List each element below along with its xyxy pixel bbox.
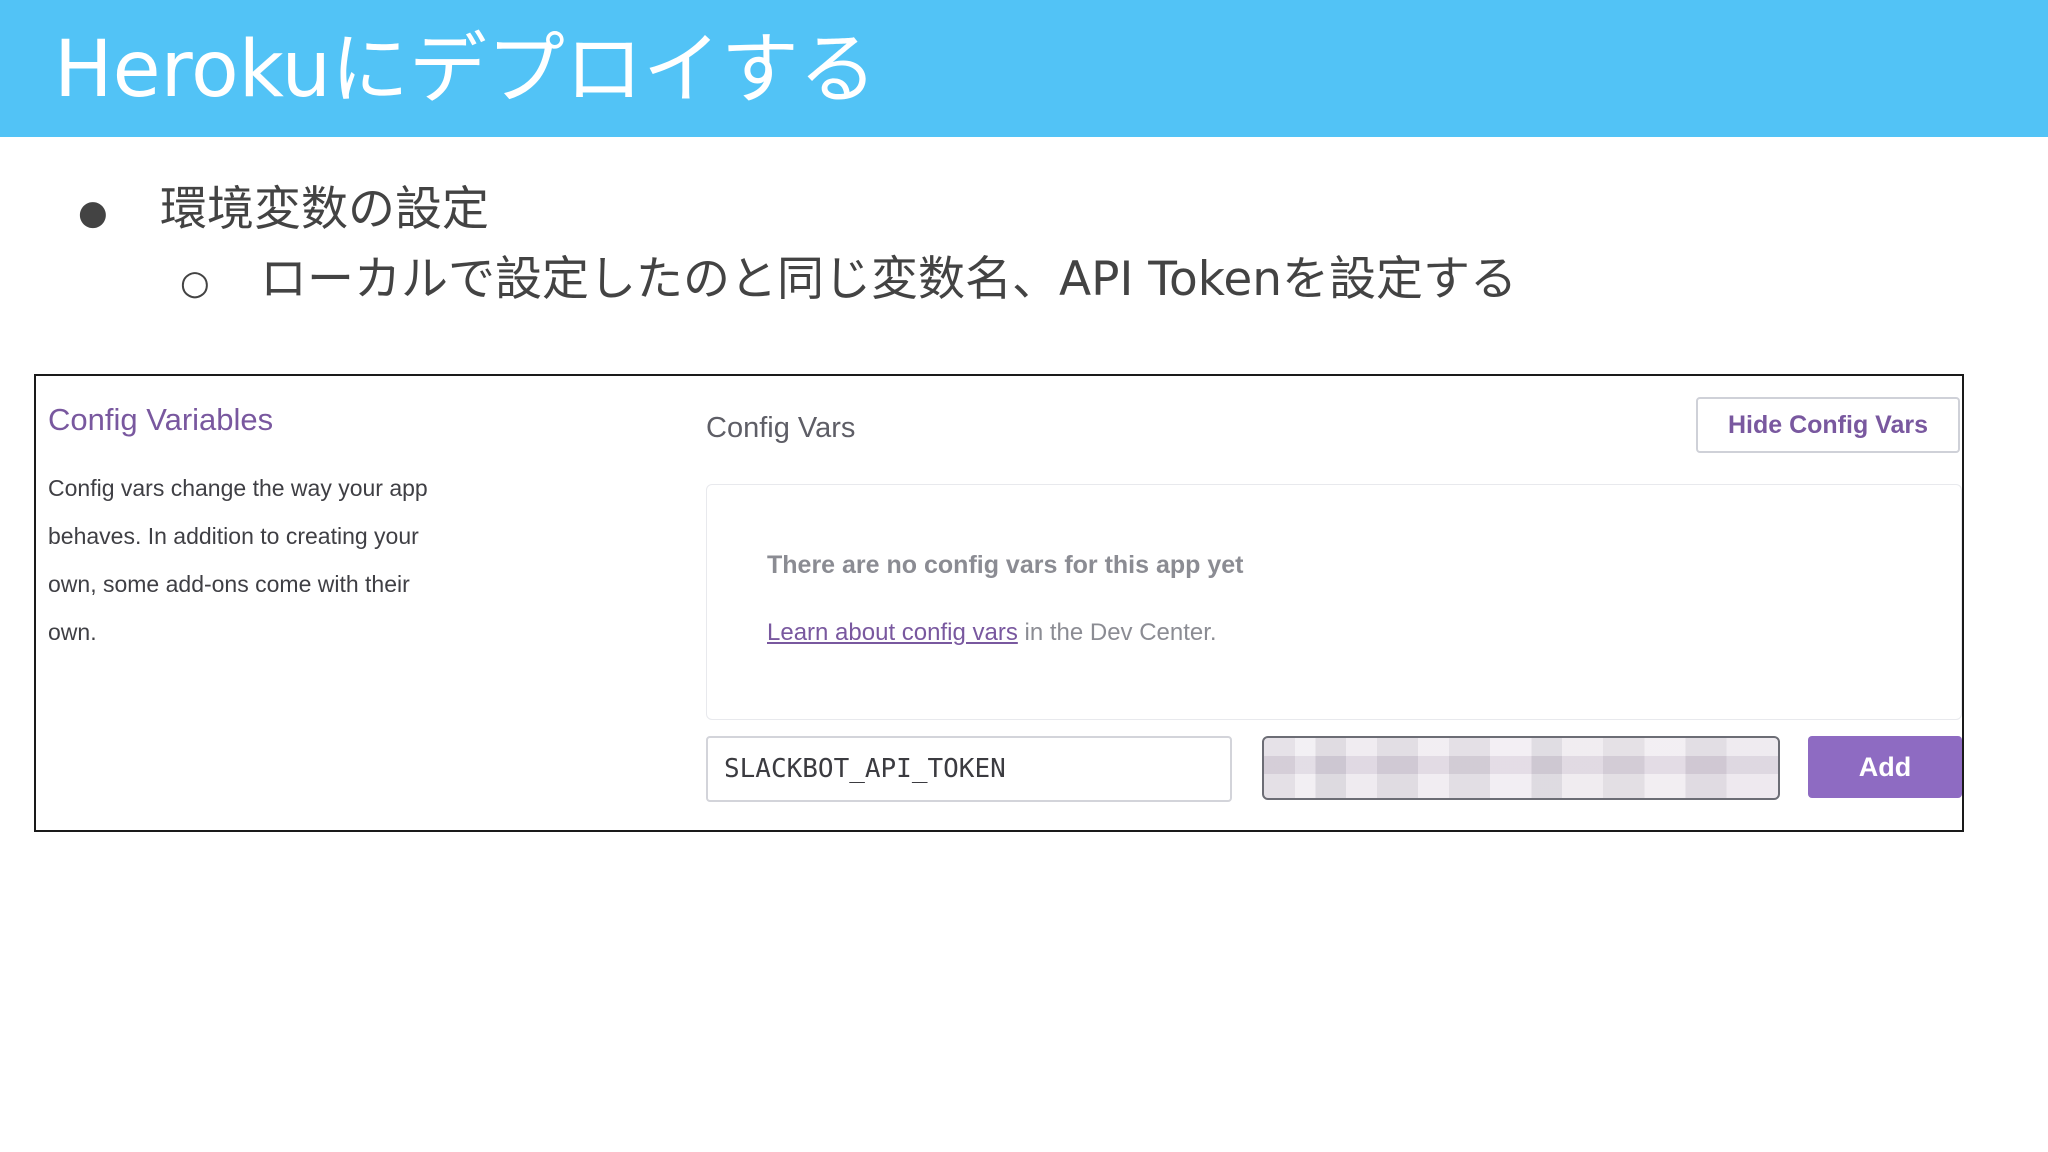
hide-config-vars-button[interactable]: Hide Config Vars [1696,397,1960,453]
empty-message: There are no config vars for this app ye… [767,551,1244,579]
bullet-ring-icon: ○ [180,262,210,303]
slide: Herokuにデプロイする ● 環境変数の設定 ○ ローカルで設定したのと同じ変数名… [0,0,2048,1152]
config-var-value-input-blurred[interactable] [1262,736,1780,800]
learn-suffix: in the Dev Center. [1017,619,1217,646]
description-line: own, some add-ons come with their [48,571,410,597]
add-config-var-button[interactable]: Add [1808,736,1962,798]
description-line: own. [48,619,97,645]
config-var-key-input[interactable]: SLACKBOT_API_TOKEN [706,736,1232,802]
learn-config-vars-link[interactable]: Learn about config vars [767,619,1018,646]
description-line: behaves. In addition to creating your [48,523,419,549]
title-bar: Herokuにデプロイする [0,0,2048,137]
config-variables-heading: Config Variables [48,402,274,437]
learn-line: Learn about config vars in the Dev Cente… [767,619,1217,647]
bullet-level1: ● 環境変数の設定 [78,178,489,245]
slide-title: Herokuにデプロイする [54,25,877,115]
bullet-level2-text: ローカルで設定したのと同じ変数名、API Tokenを設定する [260,252,1518,307]
bullet-level1-text: 環境変数の設定 [160,182,489,237]
bullet-level2: ○ ローカルで設定したのと同じ変数名、API Tokenを設定する [180,248,1517,315]
config-variables-description: Config vars change the way your app beha… [48,464,488,656]
config-vars-screenshot: Config Variables Config vars change the … [34,374,1964,832]
empty-config-vars-panel: There are no config vars for this app ye… [706,484,1962,720]
config-vars-heading: Config Vars [706,412,856,444]
description-line: Config vars change the way your app [48,475,428,501]
bullet-dot-icon: ● [78,192,108,233]
